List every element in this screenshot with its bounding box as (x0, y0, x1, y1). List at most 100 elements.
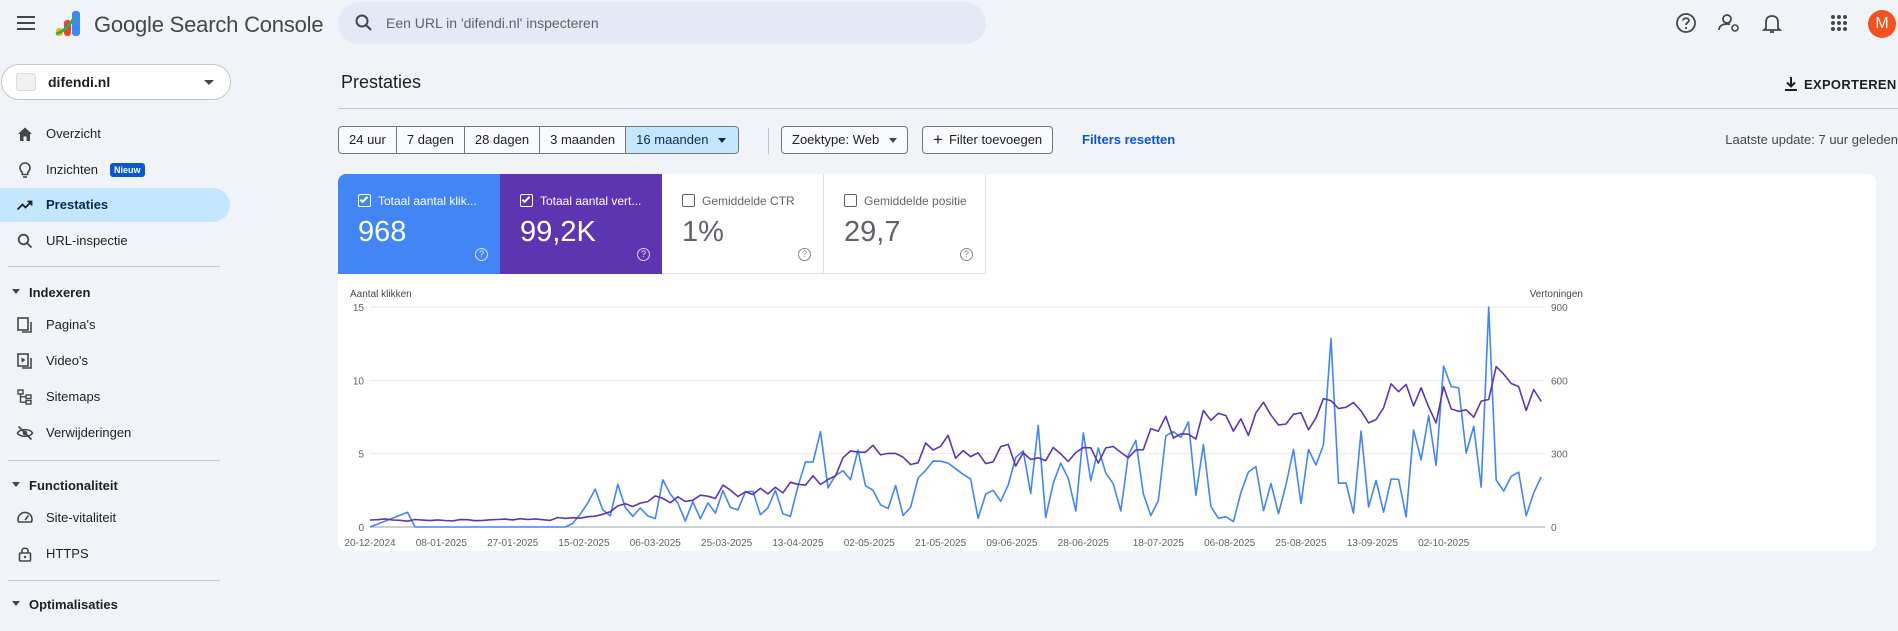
gauge-icon (17, 511, 33, 523)
avatar[interactable]: M (1868, 10, 1896, 38)
x-tick-label: 13-09-2025 (1347, 538, 1399, 549)
search-type-filter[interactable]: Zoektype: Web (781, 126, 909, 154)
y-right-tick-label: 600 (1551, 376, 1568, 387)
help-icon[interactable]: ? (475, 248, 488, 261)
metric-label: Totaal aantal vert... (540, 194, 642, 208)
range-3m[interactable]: 3 maanden (540, 127, 627, 153)
section-label: Indexeren (29, 285, 91, 300)
sidebar-item-label: Video's (46, 353, 88, 368)
sidebar-item-url-inspection[interactable]: URL-inspectie (0, 224, 230, 258)
sidebar-item-overview[interactable]: Overzicht (0, 117, 230, 151)
caret-down-icon (12, 601, 20, 606)
add-filter-label: Filter toevoegen (948, 132, 1043, 147)
y-right-tick-label: 0 (1551, 523, 1557, 534)
checkbox-checked-icon (358, 194, 371, 207)
sidebar-item-label: Pagina's (46, 317, 96, 332)
sidebar-item-pages[interactable]: Pagina's (0, 308, 230, 342)
last-update: Laatste update: 7 uur geleden (1725, 132, 1898, 147)
help-icon[interactable]: ? (798, 248, 811, 261)
sidebar-item-label: Sitemaps (46, 389, 101, 404)
x-tick-label: 18-07-2025 (1133, 538, 1185, 549)
x-tick-label: 13-04-2025 (772, 538, 824, 549)
x-tick-label: 02-10-2025 (1418, 538, 1470, 549)
sidebar-item-label: Verwijderingen (46, 425, 132, 440)
sidebar-item-performance[interactable]: Prestaties (0, 188, 230, 222)
help-icon[interactable]: ? (637, 248, 650, 261)
metric-label: Gemiddelde CTR (702, 194, 795, 208)
sidebar-section-functionality[interactable]: Functionaliteit (10, 475, 220, 497)
manage-accounts-icon[interactable] (1716, 10, 1742, 36)
sidebar-item-sitemaps[interactable]: Sitemaps (0, 380, 230, 414)
filter-divider (768, 128, 769, 154)
plus-icon: + (933, 130, 943, 149)
sidebar-item-insights[interactable]: Inzichten Nieuw (0, 153, 230, 187)
metric-average-ctr[interactable]: Gemiddelde CTR 1% ? (662, 174, 824, 274)
sidebar-item-https[interactable]: HTTPS (0, 537, 230, 571)
metric-average-position[interactable]: Gemiddelde positie 29,7 ? (824, 174, 986, 274)
checkbox-unchecked-icon (844, 194, 857, 207)
metric-value: 29,7 (844, 216, 901, 248)
search-icon (355, 14, 372, 31)
sidebar-item-label: Site-vitaliteit (46, 510, 117, 525)
x-tick-label: 21-05-2025 (915, 538, 967, 549)
sidebar-item-label: HTTPS (46, 546, 89, 561)
sidebar-item-core-web-vitals[interactable]: Site-vitaliteit (0, 501, 230, 535)
apps-grid-icon[interactable] (1826, 10, 1852, 36)
x-tick-label: 28-06-2025 (1058, 538, 1110, 549)
section-label: Optimalisaties (29, 597, 118, 612)
add-filter-button[interactable]: + Filter toevoegen (922, 126, 1054, 154)
y-left-tick-label: 10 (353, 376, 365, 387)
metric-total-clicks[interactable]: Totaal aantal klik... 968 ? (338, 174, 500, 274)
new-badge: Nieuw (110, 163, 145, 177)
notifications-icon[interactable] (1759, 10, 1785, 36)
download-icon (1785, 77, 1797, 91)
eye-off-icon (16, 425, 34, 441)
search-console-logo-icon[interactable] (54, 8, 84, 38)
x-tick-label: 20-12-2024 (344, 538, 396, 549)
y-right-tick-label: 900 (1551, 303, 1568, 314)
sidebar-section-enhancements[interactable]: Optimalisaties (10, 594, 220, 616)
menu-icon[interactable] (14, 12, 38, 34)
range-28d[interactable]: 28 dagen (465, 127, 541, 153)
performance-chart[interactable]: 0 5 10 15 0 300 600 900 Aantal klikken Vertoninge… (338, 274, 1876, 551)
metric-value: 1% (682, 216, 724, 248)
x-tick-label: 09-06-2025 (986, 538, 1038, 549)
x-tick-label: 06-08-2025 (1204, 538, 1256, 549)
metric-total-impressions[interactable]: Totaal aantal vert... 99,2K ? (500, 174, 662, 274)
section-label: Functionaliteit (29, 478, 118, 493)
property-favicon-icon (16, 73, 36, 91)
range-24h[interactable]: 24 uur (339, 127, 397, 153)
export-button[interactable]: EXPORTEREN (1778, 70, 1898, 98)
lightbulb-icon (19, 162, 31, 178)
date-range-selector: 24 uur 7 dagen 28 dagen 3 maanden 16 maa… (338, 126, 740, 154)
lock-icon (18, 547, 32, 562)
search-type-label: Zoektype: Web (792, 132, 880, 147)
url-inspect-search[interactable] (338, 2, 986, 44)
sidebar-item-label: Prestaties (46, 197, 109, 212)
checkbox-unchecked-icon (682, 194, 695, 207)
property-selector[interactable]: difendi.nl (1, 64, 231, 100)
metric-label: Totaal aantal klik... (378, 194, 477, 208)
sidebar-item-removals[interactable]: Verwijderingen (0, 416, 230, 450)
sidebar-item-videos[interactable]: Video's (0, 344, 230, 378)
metric-value: 968 (358, 216, 407, 248)
x-tick-label: 15-02-2025 (558, 538, 610, 549)
range-7d[interactable]: 7 dagen (397, 127, 465, 153)
help-icon[interactable]: ? (960, 248, 973, 261)
series-line-impressions (369, 365, 1542, 522)
sidebar-item-label: URL-inspectie (46, 233, 128, 248)
x-tick-label: 27-01-2025 (487, 538, 539, 549)
x-tick-label: 08-01-2025 (416, 538, 468, 549)
reset-filters-link[interactable]: Filters resetten (1082, 132, 1175, 147)
pages-icon (17, 317, 32, 333)
sidebar-divider (8, 266, 220, 267)
range-16m[interactable]: 16 maanden (626, 127, 739, 153)
help-icon[interactable] (1673, 10, 1699, 36)
sitemap-icon (17, 389, 32, 405)
search-input[interactable] (386, 2, 966, 44)
sidebar-divider (8, 580, 220, 581)
sidebar-section-indexing[interactable]: Indexeren (10, 282, 220, 304)
y-right-axis-label: Vertoningen (1530, 289, 1583, 300)
page-title: Prestaties (341, 72, 422, 92)
caret-down-icon (12, 289, 20, 294)
